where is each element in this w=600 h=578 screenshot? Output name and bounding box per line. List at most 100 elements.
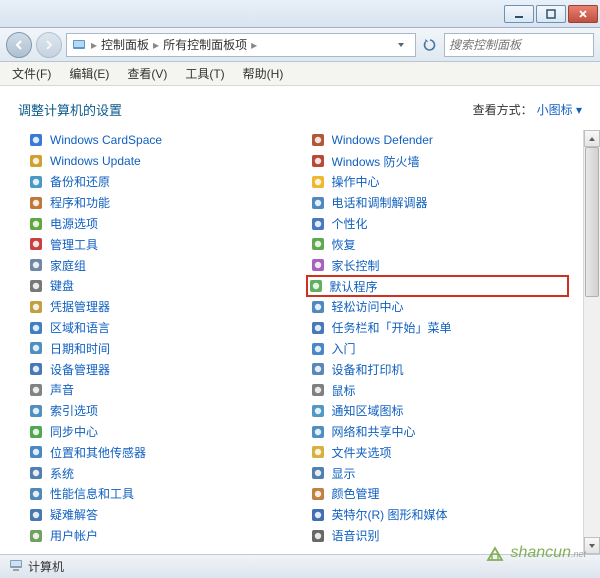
control-panel-item[interactable]: 索引选项 [26, 400, 288, 421]
item-label: 疑难解答 [50, 506, 98, 523]
item-label: 文件夹选项 [332, 444, 392, 461]
control-panel-item[interactable]: 电源选项 [26, 213, 288, 234]
refresh-button[interactable] [420, 35, 440, 55]
control-panel-item[interactable]: 家长控制 [308, 255, 570, 276]
maximize-button[interactable] [536, 5, 566, 23]
control-panel-item[interactable]: 鼠标 [308, 380, 570, 401]
item-label: 操作中心 [332, 173, 380, 190]
item-label: 键盘 [50, 277, 74, 294]
control-panel-item[interactable]: 区域和语言 [26, 317, 288, 338]
item-icon [310, 153, 326, 169]
search-box[interactable] [444, 33, 594, 57]
control-panel-item[interactable]: 英特尔(R) 图形和媒体 [308, 504, 570, 525]
control-panel-item[interactable]: 轻松访问中心 [308, 297, 570, 318]
item-icon [28, 216, 44, 232]
item-icon [28, 174, 44, 190]
control-panel-item[interactable]: 通知区域图标 [308, 400, 570, 421]
menu-bar: 文件(F) 编辑(E) 查看(V) 工具(T) 帮助(H) [0, 62, 600, 86]
forward-button[interactable] [36, 32, 62, 58]
item-icon [310, 361, 326, 377]
control-panel-item[interactable]: 操作中心 [308, 172, 570, 193]
item-icon [310, 174, 326, 190]
control-panel-item[interactable]: 声音 [26, 380, 288, 401]
item-icon [310, 299, 326, 315]
breadcrumb-bar[interactable]: ▸ 控制面板 ▸ 所有控制面板项 ▸ [66, 33, 416, 57]
control-panel-item[interactable]: 任务栏和「开始」菜单 [308, 317, 570, 338]
item-label: Windows 防火墙 [332, 153, 420, 170]
breadcrumb-sep-icon: ▸ [91, 38, 97, 52]
content-header: 调整计算机的设置 查看方式： 小图标 ▾ [0, 86, 600, 129]
control-panel-item[interactable]: 颜色管理 [308, 484, 570, 505]
search-input[interactable] [449, 38, 600, 52]
view-mode-dropdown[interactable]: 小图标 ▾ [537, 101, 582, 118]
breadcrumb-sep-icon: ▸ [153, 38, 159, 52]
control-panel-item[interactable]: 显示 [308, 463, 570, 484]
control-panel-item[interactable]: 入门 [308, 338, 570, 359]
control-panel-item[interactable]: 程序和功能 [26, 192, 288, 213]
menu-tools[interactable]: 工具(T) [177, 63, 232, 84]
item-icon [28, 424, 44, 440]
control-panel-item[interactable]: 设备管理器 [26, 359, 288, 380]
window-titlebar [0, 0, 600, 28]
menu-help[interactable]: 帮助(H) [235, 63, 292, 84]
control-panel-item[interactable]: 默认程序 [306, 275, 570, 296]
menu-file[interactable]: 文件(F) [4, 63, 59, 84]
item-icon [310, 507, 326, 523]
breadcrumb-root[interactable]: 控制面板 [101, 36, 149, 53]
control-panel-item[interactable]: 网络和共享中心 [308, 421, 570, 442]
control-panel-item[interactable]: 同步中心 [26, 421, 288, 442]
control-panel-item[interactable]: 凭据管理器 [26, 296, 288, 317]
breadcrumb-current[interactable]: 所有控制面板项 [163, 36, 247, 53]
scroll-track[interactable] [584, 147, 600, 537]
item-label: 英特尔(R) 图形和媒体 [332, 506, 448, 523]
close-button[interactable] [568, 5, 598, 23]
dropdown-icon[interactable] [391, 35, 411, 55]
control-panel-item[interactable]: 位置和其他传感器 [26, 442, 288, 463]
item-label: 性能信息和工具 [50, 485, 134, 502]
control-panel-item[interactable]: 键盘 [26, 276, 288, 297]
scroll-up-button[interactable] [584, 130, 600, 147]
control-panel-item[interactable]: 个性化 [308, 213, 570, 234]
item-label: 入门 [332, 340, 356, 357]
scroll-down-button[interactable] [584, 537, 600, 554]
control-panel-item[interactable]: 备份和还原 [26, 172, 288, 193]
item-label: 家庭组 [50, 257, 86, 274]
control-panel-item[interactable]: 设备和打印机 [308, 359, 570, 380]
item-label: 默认程序 [330, 278, 378, 295]
item-label: 电源选项 [50, 215, 98, 232]
menu-edit[interactable]: 编辑(E) [61, 63, 117, 84]
control-panel-item[interactable]: 恢复 [308, 234, 570, 255]
vertical-scrollbar[interactable] [583, 130, 600, 554]
item-icon [28, 132, 44, 148]
control-panel-item[interactable]: 日期和时间 [26, 338, 288, 359]
item-label: 凭据管理器 [50, 298, 110, 315]
status-text: 计算机 [28, 558, 64, 575]
control-panel-item[interactable]: Windows 防火墙 [308, 151, 570, 172]
item-icon [310, 216, 326, 232]
control-panel-item[interactable]: 性能信息和工具 [26, 484, 288, 505]
control-panel-item[interactable]: 电话和调制解调器 [308, 192, 570, 213]
item-label: 鼠标 [332, 382, 356, 399]
item-icon [308, 278, 324, 294]
item-icon [28, 299, 44, 315]
control-panel-item[interactable]: 管理工具 [26, 234, 288, 255]
item-icon [28, 236, 44, 252]
control-panel-item[interactable]: Windows Defender [308, 130, 570, 151]
back-button[interactable] [6, 32, 32, 58]
control-panel-item[interactable]: Windows Update [26, 151, 288, 172]
control-panel-item[interactable]: 用户帐户 [26, 525, 288, 546]
control-panel-item[interactable]: 系统 [26, 463, 288, 484]
control-panel-item[interactable]: Windows CardSpace [26, 130, 288, 151]
item-label: 系统 [50, 465, 74, 482]
scroll-thumb[interactable] [585, 147, 599, 297]
item-icon [28, 444, 44, 460]
control-panel-item[interactable]: 文件夹选项 [308, 442, 570, 463]
item-label: Windows Defender [332, 133, 433, 147]
minimize-button[interactable] [504, 5, 534, 23]
item-icon [310, 195, 326, 211]
item-icon [28, 465, 44, 481]
control-panel-item[interactable]: 家庭组 [26, 255, 288, 276]
menu-view[interactable]: 查看(V) [119, 63, 175, 84]
control-panel-item[interactable]: 疑难解答 [26, 504, 288, 525]
item-icon [310, 403, 326, 419]
